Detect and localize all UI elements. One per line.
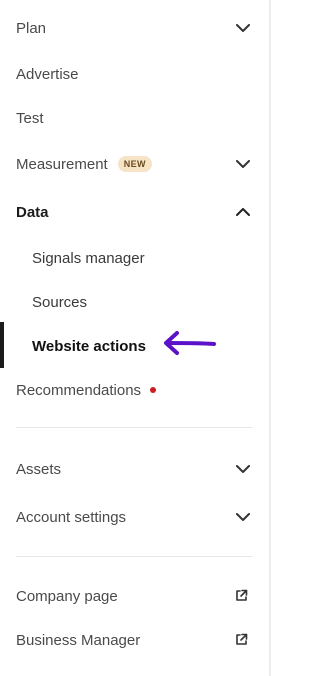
sidebar-item-test[interactable]: Test — [0, 100, 268, 136]
sidebar-subitem-sources[interactable]: Sources — [0, 284, 268, 320]
chevron-down-icon — [236, 160, 250, 168]
sidebar-item-label: Recommendations — [16, 381, 142, 399]
sidebar-item-assets[interactable]: Assets — [0, 451, 268, 487]
chevron-down-icon — [236, 513, 250, 521]
sidebar-item-business-manager[interactable]: Business Manager — [0, 622, 268, 658]
sidebar-subitem-signals-manager[interactable]: Signals manager — [0, 240, 268, 276]
sidebar-item-label: Business Manager — [16, 631, 141, 649]
sidebar-item-measurement[interactable]: Measurement NEW — [0, 146, 268, 182]
sidebar-item-label: Account settings — [16, 508, 127, 526]
chevron-up-icon — [236, 208, 250, 216]
sidebar-item-label: Test — [16, 109, 44, 127]
sidebar-item-company-page[interactable]: Company page — [0, 578, 268, 614]
sidebar-nav: Plan Advertise Test Measurement NEW Data… — [0, 0, 271, 676]
sidebar-item-plan[interactable]: Plan — [0, 10, 268, 46]
sidebar-item-label: Company page — [16, 587, 118, 605]
sidebar-item-label: Sources — [32, 293, 88, 311]
annotation-arrow-icon — [164, 331, 216, 355]
sidebar-item-label: Data — [16, 203, 49, 221]
external-link-icon — [236, 589, 248, 601]
external-link-icon — [236, 633, 248, 645]
sidebar-subitem-website-actions[interactable]: Website actions — [0, 328, 268, 364]
sidebar-item-label: Signals manager — [32, 249, 145, 267]
sidebar-item-data[interactable]: Data — [0, 194, 268, 230]
chevron-down-icon — [236, 24, 250, 32]
divider — [16, 556, 252, 557]
sidebar-item-advertise[interactable]: Advertise — [0, 56, 268, 92]
scrollbar-track[interactable] — [269, 0, 271, 676]
sidebar-item-label: Website actions — [32, 337, 146, 355]
sidebar-item-label: Assets — [16, 460, 62, 478]
sidebar-item-recommendations[interactable]: Recommendations — [0, 372, 268, 408]
new-badge: NEW — [117, 156, 152, 172]
divider — [16, 427, 252, 428]
sidebar-item-label: Measurement — [16, 155, 108, 173]
sidebar-item-account-settings[interactable]: Account settings — [0, 499, 268, 535]
sidebar-item-label: Plan — [16, 19, 47, 37]
chevron-down-icon — [236, 465, 250, 473]
sidebar-item-label: Advertise — [16, 65, 79, 83]
notification-dot — [150, 387, 157, 393]
